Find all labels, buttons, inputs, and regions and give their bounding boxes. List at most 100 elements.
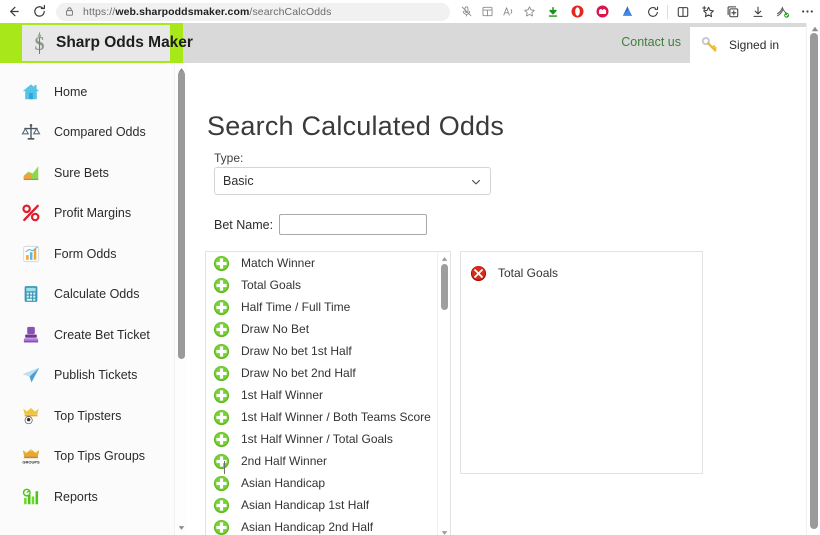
sidebar-item-reports[interactable]: Reports bbox=[0, 476, 176, 517]
page-scrollbar[interactable] bbox=[806, 23, 820, 535]
sidebar-item-top-tipsters[interactable]: Top Tipsters bbox=[0, 395, 176, 436]
extension-blue-icon[interactable] bbox=[615, 1, 640, 23]
bet-name-input[interactable] bbox=[279, 214, 428, 235]
add-circle-green-icon[interactable] bbox=[213, 277, 230, 294]
sidebar-item-home[interactable]: Home bbox=[0, 71, 176, 112]
available-bet-label: 1st Half Winner / Total Goals bbox=[241, 432, 393, 446]
remove-circle-red-icon[interactable] bbox=[470, 265, 487, 282]
available-bet-row[interactable]: Total Goals bbox=[206, 274, 450, 296]
sidebar-item-form-odds[interactable]: Form Odds bbox=[0, 233, 176, 274]
logo-block[interactable]: $ Sharp Odds Maker bbox=[0, 23, 193, 63]
available-scroll-down-arrow[interactable] bbox=[440, 528, 449, 535]
available-bet-label: Asian Handicap bbox=[241, 476, 326, 490]
sidebar-item-compared-odds[interactable]: Compared Odds bbox=[0, 112, 176, 153]
favorite-star-icon[interactable] bbox=[519, 2, 540, 22]
add-circle-green-icon[interactable] bbox=[213, 343, 230, 360]
sidebar-item-label: Home bbox=[54, 84, 88, 99]
available-bets-list[interactable]: Match Winner Total Goals Half Time / Full … bbox=[205, 251, 451, 535]
sidebar-item-label: Compared Odds bbox=[54, 125, 146, 139]
add-circle-green-icon[interactable] bbox=[213, 453, 230, 470]
sidebar-scroll-down-arrow[interactable] bbox=[177, 523, 186, 532]
add-circle-green-icon[interactable] bbox=[213, 475, 230, 492]
type-select[interactable]: Basic bbox=[214, 167, 491, 195]
available-scroll-up-arrow[interactable] bbox=[440, 254, 449, 263]
available-bet-row[interactable]: Half Time / Full Time bbox=[206, 296, 450, 318]
add-circle-green-icon[interactable] bbox=[213, 387, 230, 404]
shield-check-icon[interactable] bbox=[770, 1, 795, 23]
add-circle-green-icon[interactable] bbox=[213, 299, 230, 316]
mic-off-icon[interactable] bbox=[456, 2, 477, 22]
add-circle-green-icon[interactable] bbox=[213, 321, 230, 338]
available-bet-row[interactable]: 2nd Half Winner bbox=[206, 450, 450, 472]
available-bet-label: Half Time / Full Time bbox=[241, 300, 351, 314]
chevron-down-icon bbox=[470, 175, 482, 187]
sidebar-item-publish-tickets[interactable]: Publish Tickets bbox=[0, 355, 176, 396]
signed-in-indicator[interactable]: Signed in bbox=[690, 27, 806, 63]
add-circle-green-icon[interactable] bbox=[213, 365, 230, 382]
page-scroll-thumb[interactable] bbox=[810, 33, 818, 529]
available-bet-row[interactable]: 1st Half Winner bbox=[206, 384, 450, 406]
main-content: Search Calculated Odds Type: Basic Bet N… bbox=[188, 63, 806, 535]
crown-groups-icon: GROUPS bbox=[20, 445, 42, 467]
adblock-red-icon[interactable] bbox=[590, 1, 615, 23]
available-bet-row[interactable]: Draw No bet 1st Half bbox=[206, 340, 450, 362]
available-bet-label: Asian Handicap 2nd Half bbox=[241, 520, 374, 534]
add-circle-green-icon[interactable] bbox=[213, 497, 230, 514]
available-bet-label: 1st Half Winner bbox=[241, 388, 324, 402]
split-screen-icon[interactable] bbox=[477, 2, 498, 22]
available-bet-row[interactable]: Asian Handicap bbox=[206, 472, 450, 494]
key-icon bbox=[700, 35, 720, 55]
site-header: $ Sharp Odds Maker Contact us Signed in bbox=[0, 23, 806, 63]
add-circle-green-icon[interactable] bbox=[213, 519, 230, 535]
more-options-icon[interactable] bbox=[795, 1, 820, 23]
sidebar-item-profit-margins[interactable]: Profit Margins bbox=[0, 193, 176, 234]
available-bet-row[interactable]: Asian Handicap 2nd Half bbox=[206, 516, 450, 535]
add-circle-green-icon[interactable] bbox=[213, 409, 230, 426]
available-bet-label: Match Winner bbox=[241, 256, 316, 270]
sidebar-item-label: Publish Tickets bbox=[54, 368, 138, 382]
selected-bet-row[interactable]: Total Goals bbox=[463, 262, 558, 284]
type-select-value: Basic bbox=[223, 174, 254, 188]
page-scroll-up-arrow[interactable] bbox=[810, 24, 819, 33]
address-bar[interactable]: https://web.sharpoddsmaker.com/searchCal… bbox=[56, 2, 450, 21]
sidebar-item-label: Reports bbox=[54, 489, 98, 504]
lock-icon bbox=[64, 6, 75, 17]
logo-text: Sharp Odds Maker bbox=[56, 34, 193, 51]
available-bet-row[interactable]: Draw No Bet bbox=[206, 318, 450, 340]
download-green-icon[interactable] bbox=[540, 1, 565, 23]
sidebar-item-create-bet-ticket[interactable]: Create Bet Ticket bbox=[0, 314, 176, 355]
available-bet-row[interactable]: Draw No bet 2nd Half bbox=[206, 362, 450, 384]
add-circle-green-icon[interactable] bbox=[213, 255, 230, 272]
read-aloud-icon[interactable] bbox=[498, 2, 519, 22]
available-bet-row[interactable]: 1st Half Winner / Total Goals bbox=[206, 428, 450, 450]
available-bet-row[interactable]: 1st Half Winner / Both Teams Score bbox=[206, 406, 450, 428]
sidebar-scrollbar[interactable] bbox=[174, 63, 187, 535]
add-circle-green-icon[interactable] bbox=[213, 431, 230, 448]
sidebar-item-label: Form Odds bbox=[54, 246, 117, 261]
bet-name-label: Bet Name: bbox=[214, 217, 274, 232]
downloads-icon[interactable] bbox=[745, 1, 770, 23]
available-scroll-thumb[interactable] bbox=[441, 264, 448, 310]
sidebar-item-top-tips-groups[interactable]: GROUPS Top Tips Groups bbox=[0, 436, 176, 477]
available-bet-row[interactable]: Match Winner bbox=[206, 252, 450, 274]
sidebar-item-label: Profit Margins bbox=[54, 206, 132, 220]
available-list-scrollbar[interactable] bbox=[437, 252, 450, 535]
type-label: Type: bbox=[214, 151, 244, 165]
sidebar-item-calculate-odds[interactable]: Calculate Odds bbox=[0, 274, 176, 315]
add-favorite-icon[interactable] bbox=[695, 1, 720, 23]
opera-red-icon[interactable] bbox=[565, 1, 590, 23]
scales-icon bbox=[20, 121, 42, 143]
collections-icon[interactable] bbox=[720, 1, 745, 23]
split-window-icon[interactable] bbox=[670, 1, 695, 23]
reload-icon[interactable] bbox=[26, 1, 52, 23]
sidebar-item-label: Sure Bets bbox=[54, 165, 109, 180]
available-bet-label: Draw No Bet bbox=[241, 322, 310, 336]
available-bet-label: Total Goals bbox=[241, 278, 302, 292]
contact-us-link[interactable]: Contact us bbox=[621, 35, 681, 49]
history-circle-icon[interactable] bbox=[640, 1, 665, 23]
selected-bets-panel[interactable]: Total Goals bbox=[460, 251, 703, 474]
sidebar-item-sure-bets[interactable]: Sure Bets bbox=[0, 152, 176, 193]
sidebar-scroll-thumb[interactable] bbox=[178, 71, 185, 359]
back-arrow-icon[interactable] bbox=[0, 1, 26, 23]
available-bet-row[interactable]: Asian Handicap 1st Half bbox=[206, 494, 450, 516]
